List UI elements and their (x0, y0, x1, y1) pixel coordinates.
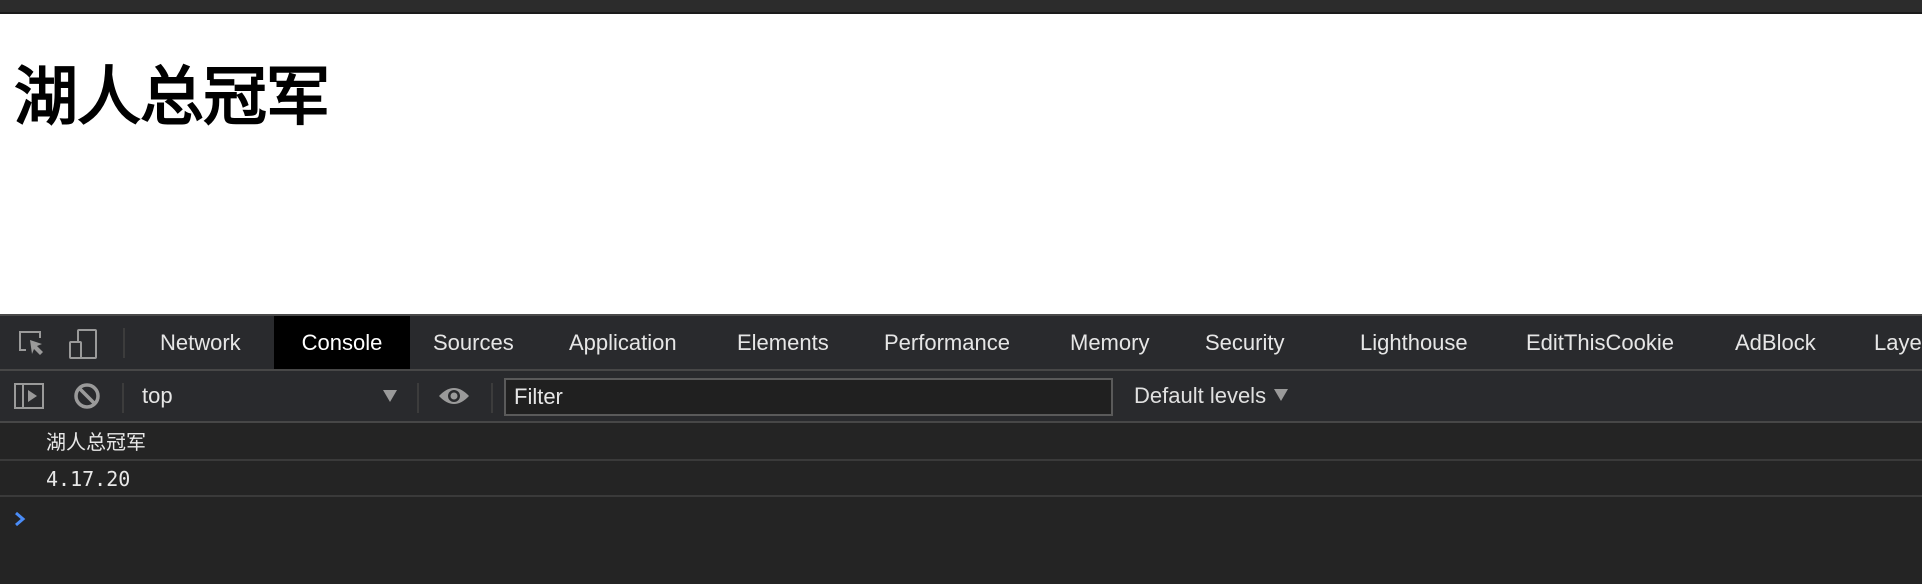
tab-elements[interactable]: Elements (737, 316, 829, 369)
page-content: 湖人总冠军 (0, 14, 1922, 314)
log-levels-dropdown[interactable]: Default levels (1134, 371, 1289, 421)
console-prompt[interactable] (0, 497, 1922, 537)
show-sidebar-icon[interactable] (14, 381, 44, 411)
chevron-down-icon (1274, 389, 1289, 402)
console-output: 湖人总冠军 4.17.20 (0, 423, 1922, 584)
filter-input[interactable] (504, 378, 1113, 416)
toolbar-separator (417, 383, 419, 413)
console-message: 湖人总冠军 (0, 423, 1922, 461)
tab-security[interactable]: Security (1205, 316, 1284, 369)
tab-adblock[interactable]: AdBlock (1735, 316, 1816, 369)
tab-memory[interactable]: Memory (1070, 316, 1149, 369)
clear-console-icon[interactable] (72, 381, 102, 411)
devtools-tab-bar: Network Console Sources Application Elem… (0, 314, 1922, 371)
page-heading: 湖人总冠军 (14, 60, 330, 135)
toolbar-separator (491, 383, 493, 413)
tab-network[interactable]: Network (142, 316, 259, 369)
devtools-panel: Network Console Sources Application Elem… (0, 314, 1922, 584)
tab-sources[interactable]: Sources (433, 316, 514, 369)
inspect-element-icon[interactable] (16, 328, 46, 358)
tab-editthiscookie[interactable]: EditThisCookie (1526, 316, 1674, 369)
tab-lighthouse[interactable]: Lighthouse (1360, 316, 1468, 369)
prompt-chevron-icon (15, 511, 26, 527)
chevron-down-icon[interactable] (383, 390, 397, 402)
toolbar-separator (122, 383, 124, 413)
context-selector[interactable]: top (142, 371, 173, 421)
console-input[interactable] (40, 503, 1904, 533)
log-levels-label: Default levels (1134, 383, 1267, 408)
tab-bar-separator (123, 328, 125, 358)
tab-layers[interactable]: Laye (1874, 316, 1922, 369)
device-toolbar-icon[interactable] (68, 328, 98, 359)
console-message: 4.17.20 (0, 461, 1922, 497)
tab-performance[interactable]: Performance (884, 316, 1010, 369)
tab-application[interactable]: Application (569, 316, 677, 369)
console-toolbar: top Default levels (0, 371, 1922, 423)
browser-top-bar (0, 0, 1922, 14)
tab-console[interactable]: Console (274, 316, 410, 369)
eye-icon[interactable] (438, 381, 469, 411)
